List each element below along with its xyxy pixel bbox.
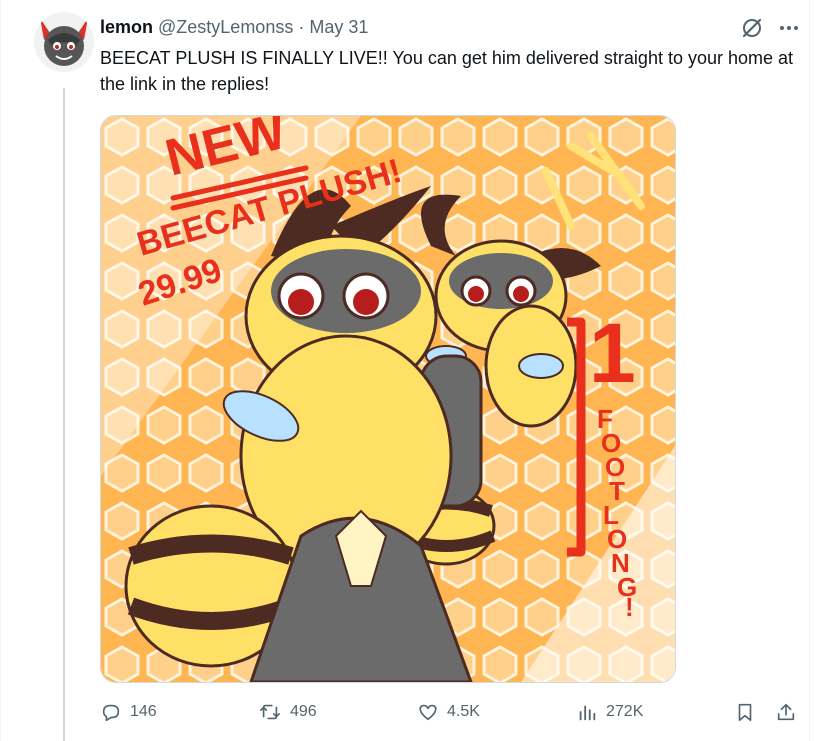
thread-line bbox=[63, 88, 65, 741]
like-count: 4.5K bbox=[447, 703, 480, 720]
like-button[interactable]: 4.5K bbox=[417, 697, 480, 727]
header-actions bbox=[740, 16, 800, 40]
avatar-image bbox=[34, 12, 94, 72]
share-icon bbox=[777, 703, 795, 721]
beecat-plush-illustration: NEW BEECAT PLUSH! 29.99 1 F O O T L O N … bbox=[101, 116, 675, 682]
tweet-action-bar: 146 496 4.5K 272K bbox=[100, 697, 804, 727]
avatar[interactable] bbox=[34, 12, 94, 72]
views-count: 272K bbox=[606, 703, 644, 720]
views-icon bbox=[579, 705, 596, 721]
views-button[interactable]: 272K bbox=[576, 697, 643, 727]
share-button[interactable] bbox=[775, 697, 797, 727]
bookmark-icon bbox=[738, 703, 752, 722]
bookmark-button[interactable] bbox=[734, 697, 756, 727]
tweet-media[interactable]: NEW BEECAT PLUSH! 29.99 1 F O O T L O N … bbox=[100, 115, 676, 683]
grok-icon[interactable] bbox=[740, 16, 764, 40]
repost-count: 496 bbox=[290, 703, 317, 720]
right-border bbox=[809, 0, 810, 741]
reply-icon bbox=[102, 704, 120, 722]
ad-size-number: 1 bbox=[589, 306, 636, 400]
author-name[interactable]: lemon bbox=[100, 17, 153, 38]
author-handle[interactable]: @ZestyLemonss bbox=[158, 17, 293, 38]
ad-size-letter: ! bbox=[625, 592, 634, 622]
separator-dot: · bbox=[298, 16, 305, 37]
more-icon[interactable] bbox=[778, 17, 800, 39]
tweet-header: lemon @ZestyLemonss · May 31 bbox=[100, 15, 368, 39]
left-border bbox=[0, 0, 1, 741]
reply-count: 146 bbox=[130, 703, 157, 720]
tweet-date[interactable]: May 31 bbox=[309, 17, 368, 38]
tweet-text: BEECAT PLUSH IS FINALLY LIVE!! You can g… bbox=[100, 48, 794, 94]
reply-button[interactable]: 146 bbox=[100, 697, 157, 727]
like-icon bbox=[419, 704, 437, 721]
repost-button[interactable]: 496 bbox=[258, 697, 317, 727]
repost-icon bbox=[260, 704, 280, 720]
